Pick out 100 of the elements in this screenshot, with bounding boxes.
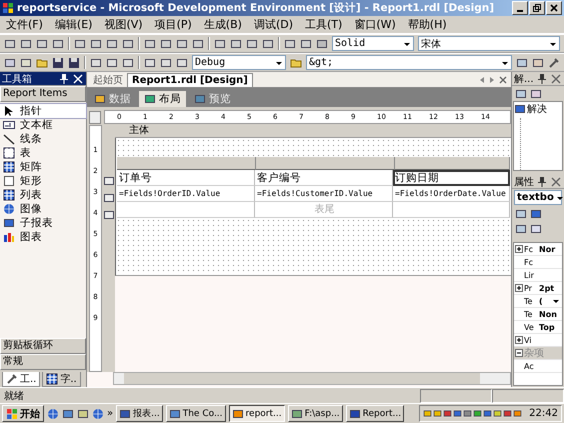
toolbox-section[interactable]: Report Items (0, 86, 86, 102)
property-name: 杂项 (524, 346, 544, 360)
table-cell[interactable] (117, 202, 255, 218)
toolbox-item[interactable]: 矩形 (0, 174, 86, 188)
toolbox-item[interactable]: 指针 (0, 104, 86, 118)
panel-title: 工具箱 (2, 72, 33, 86)
property-name: Fc (524, 244, 534, 254)
toolbox-item[interactable]: 子报表 (0, 216, 86, 230)
horizontal-scrollbar[interactable] (113, 372, 511, 385)
toolbox-item[interactable]: 图表 (0, 230, 86, 244)
menu-item[interactable]: 项目(P) (154, 17, 192, 32)
matrix-icon (3, 161, 15, 173)
menu-item[interactable]: 帮助(H) (408, 17, 447, 32)
start-button[interactable]: 开始 (2, 405, 44, 422)
minimize-button[interactable] (512, 1, 528, 15)
configuration-dropdown[interactable]: Debug (192, 55, 286, 70)
folder-icon[interactable] (36, 56, 48, 68)
property-value[interactable]: 2pt (536, 284, 562, 292)
menu-item[interactable]: 编辑(E) (54, 17, 92, 32)
object-dropdown[interactable]: textbo (514, 190, 562, 205)
taskbar-button[interactable]: Report... (346, 405, 404, 422)
expand-icon[interactable] (515, 336, 523, 344)
table-cell[interactable]: 订单号 (117, 170, 255, 186)
table-icon (46, 373, 58, 385)
toolbox-item[interactable]: 表 (0, 146, 86, 160)
table-cell[interactable]: =Fields!OrderDate.Value (393, 186, 510, 202)
taskbar-button[interactable]: report... (228, 405, 285, 422)
save-icon[interactable] (52, 56, 64, 68)
document-tab[interactable]: 起始页 (89, 74, 127, 87)
property-value[interactable]: Non (536, 310, 562, 318)
tools-icon[interactable] (548, 56, 560, 68)
pointer-icon (3, 105, 15, 117)
close-button[interactable] (546, 1, 562, 15)
close-icon[interactable] (550, 4, 558, 12)
panel-tab[interactable]: 字.. (42, 372, 81, 387)
property-name: Vi (524, 336, 533, 344)
property-name: Te (524, 296, 534, 306)
toolbox-item[interactable]: 图像 (0, 202, 86, 216)
toolbox-item[interactable]: 文本框 (0, 118, 86, 132)
window-title: reportservice - Microsoft Development Environment [设计] - Report1.rdl [Design] (17, 1, 496, 15)
taskbar-button[interactable]: 报表... (116, 405, 163, 422)
table-cell[interactable]: 订购日期 (393, 170, 510, 186)
tab-navigation-icon[interactable] (478, 74, 508, 84)
menu-item[interactable]: 生成(B) (204, 17, 242, 32)
pin-icon[interactable] (536, 72, 548, 84)
solution-icon (514, 103, 526, 115)
toolbox-item[interactable]: 线条 (0, 132, 86, 146)
table-cell[interactable]: =Fields!OrderID.Value (117, 186, 255, 202)
view-tab[interactable]: 布局 (139, 91, 186, 107)
app-icon (2, 2, 14, 14)
expand-icon[interactable] (515, 245, 523, 253)
menu-item[interactable]: 窗口(W) (354, 17, 396, 32)
property-value[interactable]: ( (536, 296, 550, 306)
toolbox-item[interactable]: 矩阵 (0, 160, 86, 174)
save-all-icon[interactable] (68, 56, 80, 68)
document-tab[interactable]: Report1.rdl [Design] (127, 73, 253, 87)
menu-item[interactable]: 视图(V) (104, 17, 143, 32)
collapse-icon[interactable] (515, 349, 523, 357)
expand-icon[interactable] (515, 284, 523, 292)
status-panel (492, 388, 564, 402)
taskbar-button[interactable]: The Co... (166, 405, 226, 422)
line-icon (3, 133, 15, 145)
property-name: Te (524, 310, 534, 318)
menu-item[interactable]: 文件(F) (6, 17, 43, 32)
restore-button[interactable] (529, 1, 545, 15)
font-dropdown[interactable]: 宋体 (418, 36, 560, 51)
toolbox-section[interactable]: 常规 (0, 354, 86, 370)
toolbox-section[interactable]: 剪贴板循环 (0, 338, 86, 354)
property-name: Pr (524, 284, 533, 292)
property-value[interactable]: Nor (536, 244, 562, 254)
table-cell[interactable]: =Fields!CustomerID.Value (255, 186, 393, 202)
pin-icon[interactable] (536, 176, 548, 188)
table-icon (3, 147, 15, 159)
clock: 22:42 (529, 408, 558, 419)
menu-item[interactable]: 工具(T) (305, 17, 342, 32)
ruler-corner (89, 110, 101, 124)
rectangle-icon (3, 175, 15, 187)
table-cell[interactable]: 客户编号 (255, 170, 393, 186)
panel-tab[interactable]: 工.. (2, 372, 40, 387)
browser-icon[interactable] (47, 408, 59, 420)
column-handle[interactable] (117, 157, 256, 170)
more-button[interactable]: » (107, 408, 114, 419)
property-value[interactable]: Top (536, 322, 562, 332)
table-cell[interactable] (393, 202, 510, 218)
pin-icon[interactable] (58, 72, 70, 84)
find-dropdown[interactable]: &gt; (306, 55, 512, 70)
line-style-dropdown[interactable]: Solid (332, 36, 414, 51)
panel-title: 解... (514, 72, 534, 86)
windows-logo-icon (6, 408, 18, 420)
status-panel (420, 388, 492, 402)
menu-item[interactable]: 调试(D) (254, 17, 293, 32)
taskbar-button[interactable]: F:\asp... (288, 405, 343, 422)
column-handle[interactable] (395, 157, 510, 170)
tools-icon (6, 373, 18, 385)
restore-icon[interactable] (533, 4, 541, 12)
property-name: Lir (524, 270, 535, 280)
property-name: Ac (524, 362, 535, 370)
tree-node[interactable]: 解决 (514, 102, 562, 116)
column-handle[interactable] (256, 157, 395, 170)
toolbox-item[interactable]: 列表 (0, 188, 86, 202)
